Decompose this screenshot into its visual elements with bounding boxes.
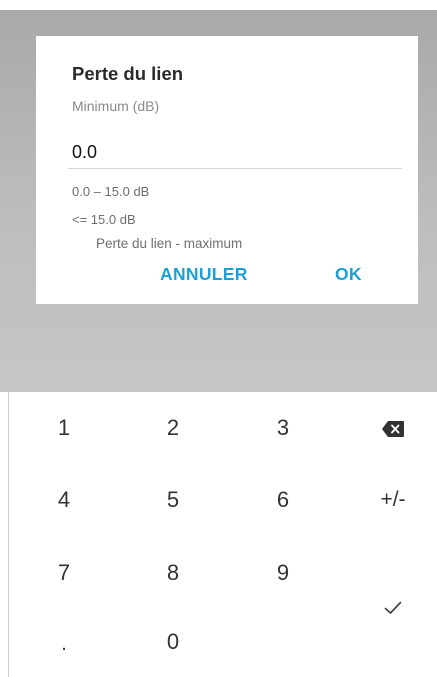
numeric-keypad: 1 2 3 4 5 6 +/- 7 8 9 . 0 bbox=[8, 392, 437, 677]
done-key[interactable] bbox=[363, 588, 423, 628]
value-input[interactable] bbox=[68, 136, 402, 169]
checkmark-icon bbox=[384, 601, 402, 615]
related-limit-label: Perte du lien - maximum bbox=[96, 236, 243, 251]
key-9[interactable]: 9 bbox=[253, 553, 313, 593]
decimal-key[interactable]: . bbox=[34, 624, 94, 664]
ok-button[interactable]: OK bbox=[329, 260, 368, 289]
limit-hint: <= 15.0 dB bbox=[72, 212, 136, 227]
sign-toggle-key[interactable]: +/- bbox=[363, 480, 423, 520]
key-3[interactable]: 3 bbox=[253, 408, 313, 448]
cancel-button[interactable]: ANNULER bbox=[154, 260, 254, 289]
key-5[interactable]: 5 bbox=[143, 480, 203, 520]
key-7[interactable]: 7 bbox=[34, 553, 94, 593]
key-4[interactable]: 4 bbox=[34, 480, 94, 520]
key-0[interactable]: 0 bbox=[143, 622, 203, 662]
key-8[interactable]: 8 bbox=[143, 553, 203, 593]
backspace-key[interactable] bbox=[363, 409, 423, 449]
key-1[interactable]: 1 bbox=[34, 408, 94, 448]
dialog-title: Perte du lien bbox=[72, 63, 184, 84]
backspace-icon bbox=[382, 421, 404, 437]
range-hint: 0.0 – 15.0 dB bbox=[72, 184, 150, 199]
link-loss-dialog: Perte du lien Minimum (dB) 0.0 – 15.0 dB… bbox=[36, 36, 418, 304]
field-label: Minimum (dB) bbox=[72, 98, 160, 114]
key-6[interactable]: 6 bbox=[253, 480, 313, 520]
key-2[interactable]: 2 bbox=[143, 408, 203, 448]
